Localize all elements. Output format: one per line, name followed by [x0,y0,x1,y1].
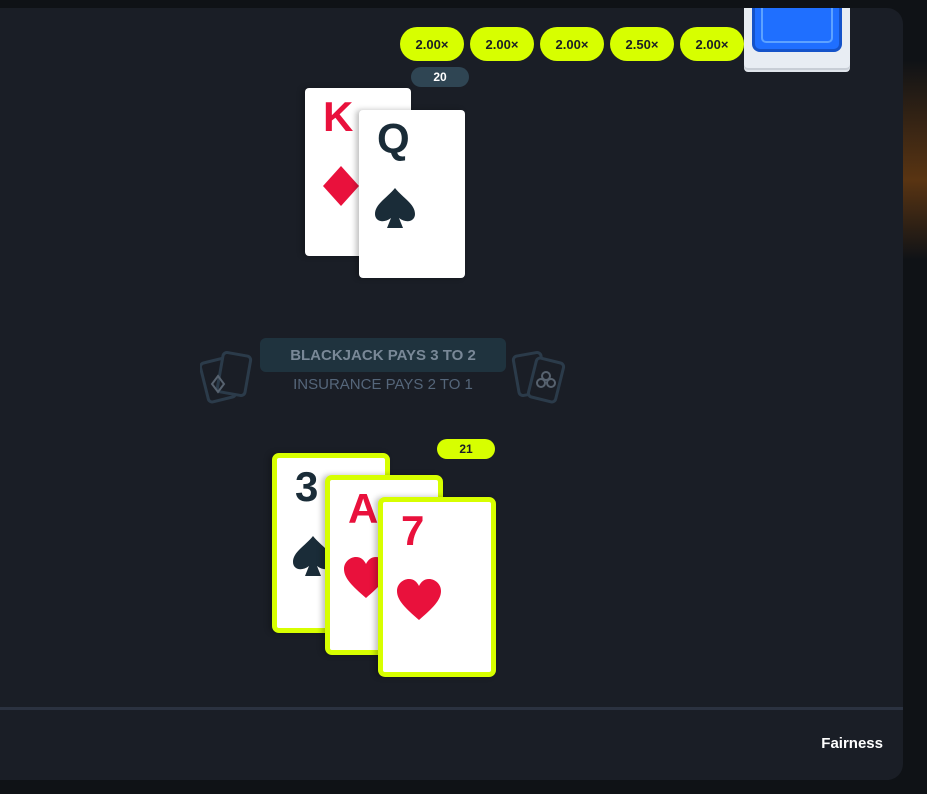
card-rank: K [323,93,354,140]
diamond-icon [323,166,359,206]
history-pill[interactable]: 2.00× [680,27,744,61]
game-table: 2.00× 2.00× 2.00× 2.50× 2.00× 20 K Q BLA… [0,8,903,780]
club-card-icon [511,351,566,404]
fairness-link[interactable]: Fairness [821,735,883,752]
history-pill[interactable]: 2.00× [540,27,604,61]
card-shoe-icon [744,8,850,68]
card-rank: 7 [401,507,425,554]
blackjack-pays: BLACKJACK PAYS 3 TO 2 [260,338,506,372]
player-score: 21 [437,439,495,459]
heart-icon [397,579,441,620]
spade-icon [375,188,415,228]
card-rank: 3 [295,463,319,510]
card-rank: A [348,485,379,532]
dealer-score: 20 [411,67,469,87]
card-rank: Q [377,115,410,162]
rules-banner: BLACKJACK PAYS 3 TO 2 INSURANCE PAYS 2 T… [200,338,570,413]
history-pill[interactable]: 2.50× [610,27,674,61]
shoe-card-back [752,8,842,52]
player-card-3: 7 [378,497,496,677]
history-list: 2.00× 2.00× 2.00× 2.50× 2.00× [400,27,744,61]
footer-bar: Fairness [0,707,903,780]
insurance-pays: INSURANCE PAYS 2 TO 1 [293,376,473,393]
dealer-card-2: Q [359,110,465,278]
shoe-pattern [761,8,833,43]
history-pill[interactable]: 2.00× [400,27,464,61]
diamond-card-icon [200,351,253,404]
history-pill[interactable]: 2.00× [470,27,534,61]
